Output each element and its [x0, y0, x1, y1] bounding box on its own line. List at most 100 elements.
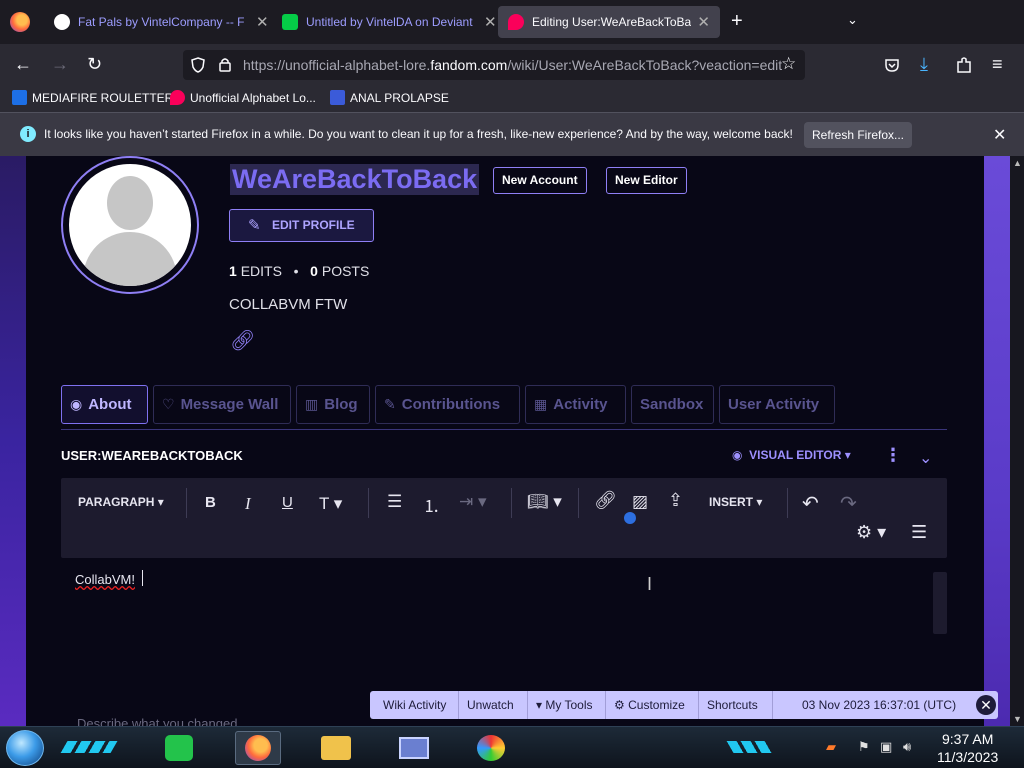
profile-username: WeAreBackToBack — [230, 164, 480, 195]
bookmark-favicon-icon — [12, 90, 27, 105]
taskbar-app-explorer[interactable] — [313, 731, 359, 765]
close-tab-icon[interactable]: ✕ — [256, 13, 269, 31]
scroll-down-icon[interactable]: ▼ — [1013, 714, 1022, 724]
tab-about[interactable]: ◉ About — [61, 385, 148, 424]
info-icon: i — [20, 126, 36, 142]
refresh-firefox-button[interactable]: Refresh Firefox... — [804, 122, 912, 148]
page-background-right — [984, 156, 1010, 726]
insert-dropdown[interactable]: INSERT ▾ — [709, 495, 762, 509]
taskbar-app-paint[interactable] — [468, 731, 514, 765]
editor-content[interactable]: CollabVM! — [75, 572, 135, 587]
tab-title: Fat Pals by VintelCompany -- F — [78, 15, 245, 29]
url-text[interactable]: https://unofficial-alphabet-lore.fandom.… — [243, 57, 782, 73]
lock-icon[interactable] — [219, 57, 231, 72]
tab-contributions[interactable]: ✎ Contributions — [375, 385, 520, 424]
edit-profile-button[interactable]: ✎ EDIT PROFILE — [229, 209, 374, 242]
flag-icon[interactable]: ⚑ — [858, 739, 870, 755]
menu-hamburger-icon[interactable]: ☰ — [911, 522, 927, 543]
grid-icon: ▦ — [534, 396, 548, 412]
mouse-ibeam-cursor-icon: I — [647, 574, 653, 594]
cite-dropdown-icon[interactable]: 📖︎ ▾ — [527, 492, 562, 512]
editing-surface[interactable]: CollabVM! — [61, 558, 947, 678]
redo-icon[interactable]: ↷ — [840, 491, 857, 516]
shield-icon[interactable] — [191, 57, 205, 73]
my-tools-dropdown[interactable]: ▾ My Tools — [536, 698, 593, 712]
settings-gear-icon[interactable]: ⚙ ▾ — [856, 522, 886, 543]
image-icon[interactable]: ▨ — [632, 492, 648, 512]
page-viewport: ▲ ▼ WeAreBackToBack New Account New Edit… — [0, 156, 1024, 726]
editor-scrollbar[interactable] — [933, 572, 947, 634]
tabs-divider — [61, 429, 947, 430]
bold-icon[interactable]: B — [205, 494, 216, 511]
italic-icon[interactable]: I — [245, 494, 251, 514]
close-icon[interactable]: ✕ — [976, 695, 996, 715]
edit-summary-placeholder: Describe what you changed — [77, 716, 238, 726]
fandom-toolbar: Wiki Activity Unwatch ▾ My Tools ⚙ Custo… — [370, 691, 998, 719]
tab-favicon-icon — [508, 14, 524, 30]
clock-time[interactable]: 9:37 AM — [942, 731, 993, 747]
back-icon[interactable]: ← — [14, 54, 32, 75]
network-icon[interactable]: ▣ — [880, 739, 892, 755]
list-all-tabs-icon[interactable]: ⌄ — [847, 12, 858, 28]
bookmark-label: Unofficial Alphabet Lo... — [190, 90, 316, 105]
firefox-refresh-notification: i It looks like you haven’t started Fire… — [0, 112, 1024, 156]
shortcuts-link[interactable]: Shortcuts — [707, 698, 758, 712]
visual-editor-switch[interactable]: ◉ VISUAL EDITOR ▾ — [732, 448, 851, 462]
browser-tab-bar: Fat Pals by VintelCompany -- F ✕ Untitle… — [0, 0, 1024, 44]
bullet-list-icon[interactable]: ☰ — [387, 492, 402, 512]
bookmark-item[interactable]: ANAL PROLAPSE — [330, 90, 449, 105]
chevron-down-icon[interactable]: ⌄ — [919, 448, 932, 468]
taskbar-app-notes[interactable] — [156, 731, 202, 765]
scroll-up-icon[interactable]: ▲ — [1013, 158, 1022, 168]
decorative-stripes — [60, 741, 118, 753]
numbered-list-icon[interactable]: ⒈ — [423, 492, 440, 517]
indent-dropdown-icon[interactable]: ⇥ ▾ — [459, 492, 487, 512]
clock-date[interactable]: 11/3/2023 — [937, 749, 998, 765]
browser-tab-3-active[interactable]: Editing User:WeAreBackToBack ✕ — [498, 6, 720, 38]
more-options-icon[interactable]: ⋮ — [884, 446, 902, 464]
tray-app-icon[interactable]: ▰ — [826, 739, 836, 755]
bookmark-item[interactable]: MEDIAFIRE ROULETTER — [12, 90, 173, 105]
downloads-icon[interactable]: ⤓ — [920, 54, 928, 75]
unwatch-link[interactable]: Unwatch — [467, 698, 514, 712]
paragraph-format-dropdown[interactable]: PARAGRAPH ▾ — [78, 495, 164, 509]
customize-link[interactable]: ⚙ Customize — [614, 698, 685, 712]
extensions-icon[interactable] — [956, 56, 972, 74]
browser-tab-1[interactable]: Fat Pals by VintelCompany -- F ✕ — [44, 6, 279, 38]
url-bar[interactable]: https://unofficial-alphabet-lore.fandom.… — [183, 50, 805, 80]
close-tab-icon[interactable]: ✕ — [484, 13, 497, 31]
avatar[interactable] — [61, 156, 199, 294]
reload-icon[interactable]: ↻ — [87, 54, 102, 75]
underline-icon[interactable]: U — [282, 494, 293, 511]
close-tab-icon[interactable]: ✕ — [697, 13, 710, 31]
bookmark-label: ANAL PROLAPSE — [350, 90, 449, 105]
link-icon[interactable]: 🔗︎ — [230, 328, 255, 353]
text-style-dropdown[interactable]: T ▾ — [319, 494, 342, 514]
tab-user-activity[interactable]: User Activity — [719, 385, 835, 424]
page-scrollbar[interactable]: ▲ ▼ — [1010, 156, 1024, 726]
new-tab-icon[interactable]: + — [731, 11, 743, 31]
tab-activity[interactable]: ▦ Activity — [525, 385, 626, 424]
profile-stats: 1 EDITS • 0 POSTS — [229, 263, 370, 279]
forward-icon[interactable]: → — [51, 54, 69, 75]
bookmark-item[interactable]: Unofficial Alphabet Lo... — [170, 90, 316, 105]
wiki-activity-link[interactable]: Wiki Activity — [383, 698, 446, 712]
browser-tab-2[interactable]: Untitled by VintelDA on Deviant ✕ — [272, 6, 507, 38]
bookmark-star-icon[interactable]: ☆ — [781, 54, 796, 74]
link-icon[interactable]: 🔗︎ — [594, 490, 617, 511]
firefox-logo-icon[interactable] — [10, 12, 30, 32]
tab-blog[interactable]: ▥ Blog — [296, 385, 370, 424]
upload-icon[interactable]: ⇪ — [668, 490, 683, 511]
taskbar-app-firefox[interactable] — [235, 731, 281, 765]
close-notification-icon[interactable]: ✕ — [993, 125, 1006, 145]
tab-sandbox[interactable]: Sandbox — [631, 385, 714, 424]
message-icon: ♡ — [162, 396, 175, 412]
start-button[interactable] — [6, 730, 44, 766]
undo-icon[interactable]: ↶ — [802, 491, 819, 516]
volume-icon[interactable]: 🔊︎ — [903, 739, 911, 755]
taskbar-app-window[interactable] — [391, 731, 437, 765]
menu-hamburger-icon[interactable]: ≡ — [992, 54, 1003, 75]
decorative-stripes — [726, 741, 774, 753]
tab-message-wall[interactable]: ♡ Message Wall — [153, 385, 291, 424]
pocket-icon[interactable] — [884, 57, 900, 73]
